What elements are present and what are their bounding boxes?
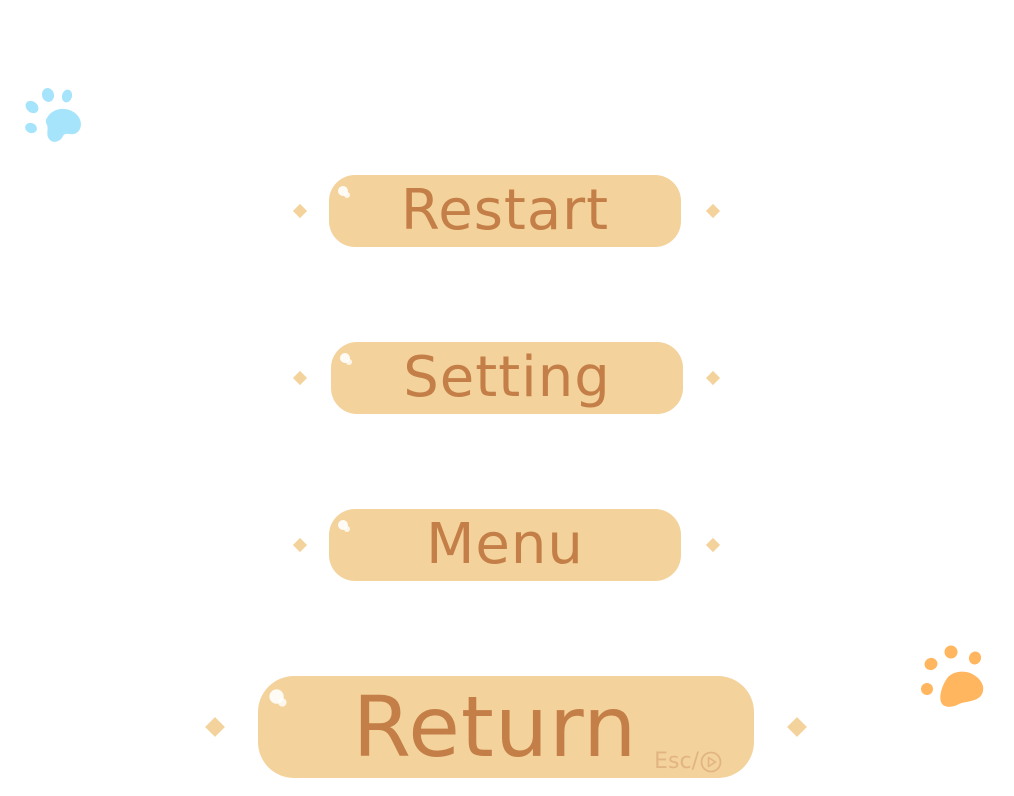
diamond-icon <box>705 370 721 386</box>
sparkle-icon <box>338 520 350 532</box>
diamond-icon <box>205 717 225 737</box>
return-label: Return <box>352 678 638 776</box>
paw-print-icon <box>25 88 81 142</box>
diamond-icon <box>292 370 308 386</box>
setting-button[interactable]: Setting <box>331 342 683 414</box>
menu-button[interactable]: Menu <box>329 509 681 581</box>
diamond-icon <box>705 537 721 553</box>
setting-label: Setting <box>403 345 611 410</box>
diamond-icon <box>705 203 721 219</box>
diamond-icon <box>292 203 308 219</box>
return-button[interactable]: Return Esc/ <box>258 676 754 778</box>
restart-label: Restart <box>400 178 610 243</box>
sparkle-icon <box>338 186 350 198</box>
sparkle-icon <box>269 689 287 707</box>
paw-print-icon <box>921 645 984 707</box>
restart-button[interactable]: Restart <box>329 175 681 247</box>
return-hint-text: Esc/ <box>654 749 699 774</box>
return-shortcut-hint: Esc/ <box>654 749 722 774</box>
play-circle-icon <box>700 751 722 772</box>
diamond-icon <box>787 717 807 737</box>
diamond-icon <box>292 537 308 553</box>
menu-label: Menu <box>426 512 584 577</box>
sparkle-icon <box>340 353 352 365</box>
